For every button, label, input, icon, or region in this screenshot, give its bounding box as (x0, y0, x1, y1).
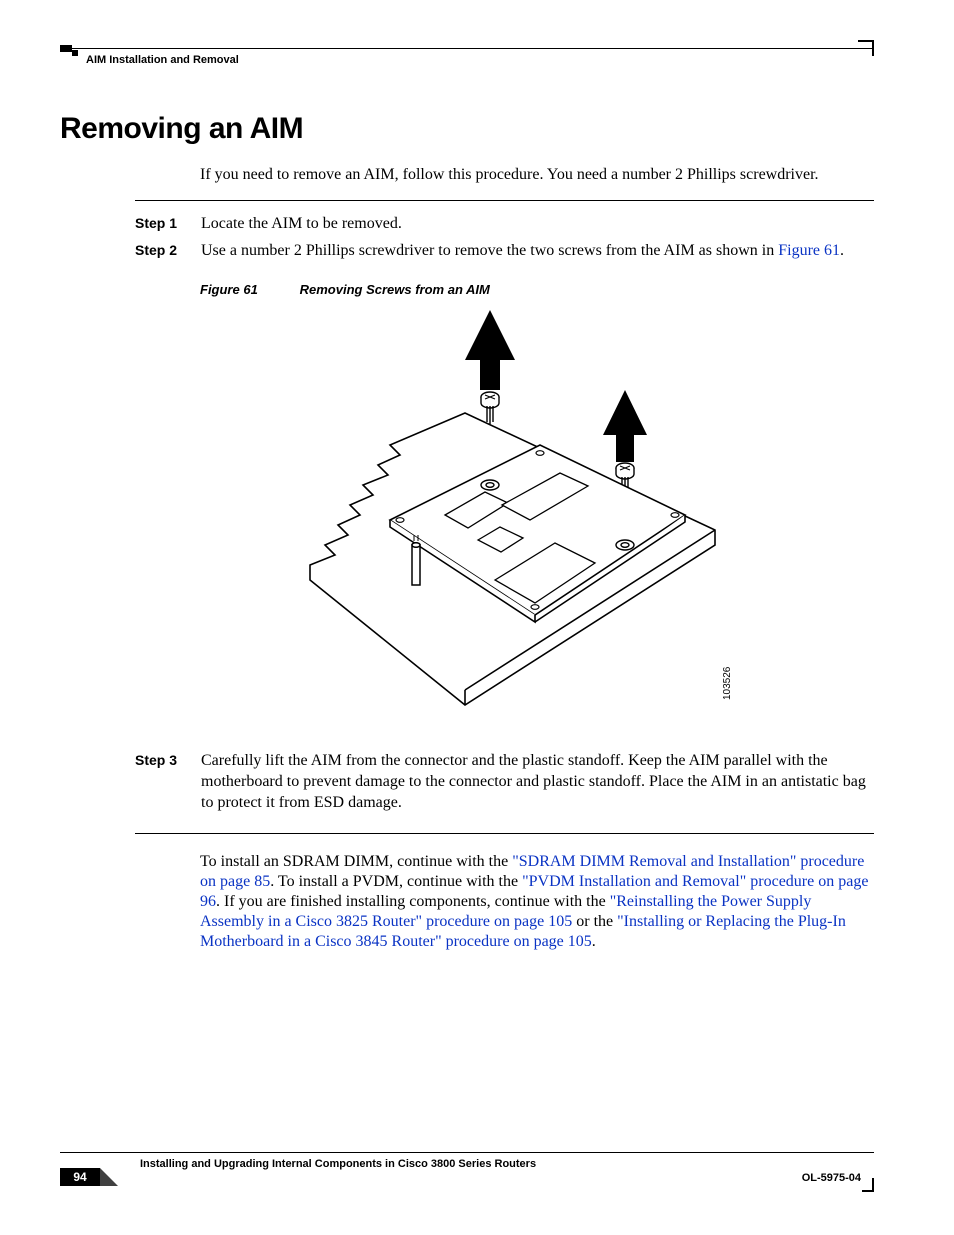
figure-title: Removing Screws from an AIM (300, 282, 490, 297)
intro-paragraph: If you need to remove an AIM, follow thi… (200, 165, 874, 185)
header-sub-bullet-icon (72, 50, 78, 56)
figure-illustration: 103526 (240, 305, 760, 735)
step-body: Use a number 2 Phillips screwdriver to r… (201, 240, 874, 261)
footer-doc-id: OL-5975-04 (802, 1172, 861, 1184)
crop-mark-icon (858, 40, 874, 42)
closing-paragraph: To install an SDRAM DIMM, continue with … (200, 852, 874, 952)
figure-art-id: 103526 (722, 666, 733, 700)
footer-wedge-icon (100, 1168, 118, 1186)
page-title: Removing an AIM (60, 112, 303, 146)
header-bullet-icon (60, 45, 72, 52)
step-body: Carefully lift the AIM from the connecto… (201, 750, 874, 813)
figure-svg: 103526 (240, 305, 760, 735)
figure-number: Figure 61 (200, 282, 296, 297)
crop-mark-icon (872, 40, 874, 56)
running-head: AIM Installation and Removal (86, 54, 239, 66)
figure-caption: Figure 61 Removing Screws from an AIM (200, 282, 490, 297)
step-row: Step 3 Carefully lift the AIM from the c… (135, 750, 874, 813)
step-label: Step 1 (135, 213, 201, 234)
step-row: Step 2 Use a number 2 Phillips screwdriv… (135, 240, 874, 261)
steps-block-2: Step 3 Carefully lift the AIM from the c… (135, 750, 874, 834)
step-body: Locate the AIM to be removed. (201, 213, 874, 234)
footer-book-title: Installing and Upgrading Internal Compon… (140, 1158, 536, 1170)
step-row: Step 1 Locate the AIM to be removed. (135, 213, 874, 234)
crop-mark-icon (872, 1178, 874, 1192)
step-label: Step 3 (135, 750, 201, 813)
step-label: Step 2 (135, 240, 201, 261)
page: AIM Installation and Removal Removing an… (0, 0, 954, 1235)
footer-rule (60, 1152, 874, 1153)
footer-page-number: 94 (60, 1168, 100, 1186)
header-rule (60, 48, 874, 49)
steps-block-1: Step 1 Locate the AIM to be removed. Ste… (135, 200, 874, 267)
